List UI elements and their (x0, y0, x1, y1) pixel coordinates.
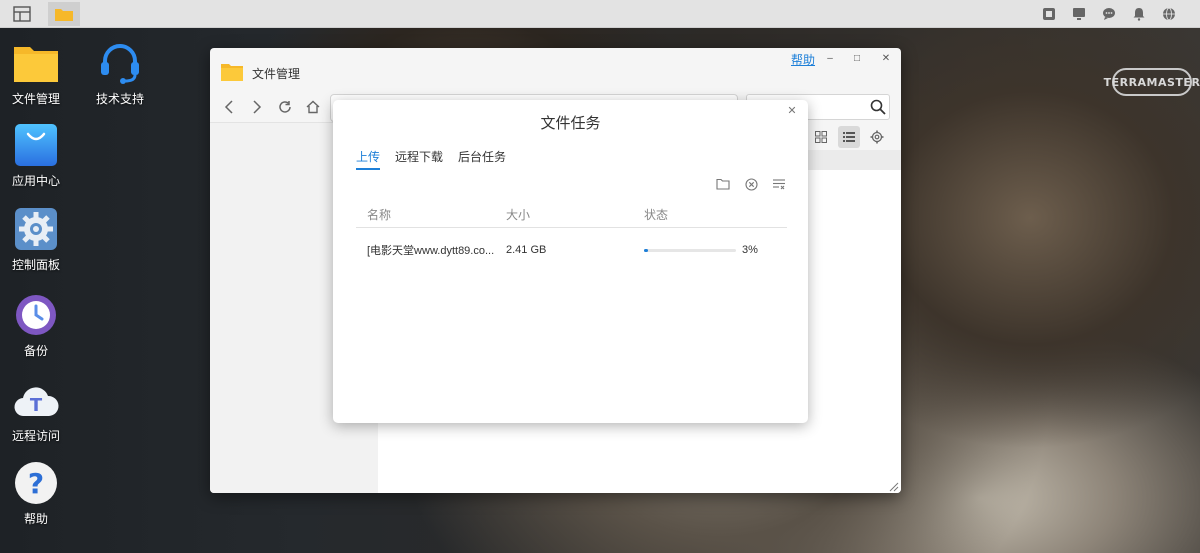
file-task-dialog: ✕ 文件任务 上传 远程下载 后台任务 名称 大小 状态 [电影天堂www.dy… (333, 100, 808, 423)
desktop-icon-remote-access[interactable]: T 远程访问 (0, 377, 72, 444)
bell-icon[interactable] (1130, 5, 1148, 23)
maximize-button[interactable]: □ (850, 52, 864, 66)
circle-x-icon (744, 177, 758, 191)
list-view-button[interactable] (838, 126, 860, 148)
table-header: 名称 大小 状态 (356, 201, 787, 228)
forward-button[interactable] (246, 96, 268, 118)
clock-icon (13, 292, 59, 338)
desktop-icon-label: 文件管理 (11, 92, 60, 106)
progress-percent: 3% (742, 244, 758, 256)
gear-icon (870, 130, 884, 144)
grid-icon (815, 131, 827, 143)
cloud-t-icon: T (13, 377, 59, 423)
desktop-icon-label: 备份 (23, 344, 48, 358)
list-icon (843, 132, 855, 142)
chat-icon[interactable] (1100, 5, 1118, 23)
desktop-icon-tech-support[interactable]: 技术支持 (84, 40, 156, 107)
folder-icon (13, 40, 59, 86)
home-button[interactable] (302, 96, 324, 118)
task-table: 名称 大小 状态 [电影天堂www.dytt89.co... 2.41 GB 3… (356, 201, 787, 272)
tab-upload[interactable]: 上传 (356, 148, 381, 170)
home-icon (306, 100, 320, 114)
desktop-icon-label: 控制面板 (11, 258, 60, 272)
desktop-icon-label: 技术支持 (95, 92, 144, 106)
desktop-icon-help[interactable]: ? 帮助 (0, 460, 72, 527)
tab-remote-download[interactable]: 远程下载 (395, 148, 443, 170)
globe-icon[interactable] (1160, 5, 1178, 23)
desktop-icon-control-panel[interactable]: 控制面板 (0, 206, 72, 273)
desktop-icon-label: 远程访问 (11, 429, 60, 443)
headset-icon (97, 40, 143, 86)
progress-bar (644, 248, 736, 252)
settings-button[interactable] (866, 126, 888, 148)
task-file-size: 2.41 GB (506, 244, 547, 256)
close-button[interactable]: ✕ (879, 52, 893, 66)
desktop-icon-label: 应用中心 (11, 174, 60, 188)
chevron-left-icon (224, 100, 233, 114)
back-button[interactable] (218, 96, 240, 118)
start-menu-button[interactable] (6, 2, 38, 26)
minimize-button[interactable]: – (823, 52, 837, 66)
column-name: 名称 (367, 207, 392, 222)
desktop-icon-file-manager[interactable]: 文件管理 (0, 40, 72, 107)
task-file-name: [电影天堂www.dytt89.co... (367, 245, 494, 257)
search-icon[interactable] (870, 99, 886, 115)
desktop-icon-backup[interactable]: 备份 (0, 292, 72, 359)
taskbar (0, 0, 1200, 28)
help-link[interactable]: 帮助 (791, 51, 815, 68)
svg-text:?: ? (28, 467, 44, 500)
column-status: 状态 (644, 207, 669, 222)
task-status: 3% (632, 244, 787, 256)
tab-background-tasks[interactable]: 后台任务 (458, 148, 506, 170)
refresh-button[interactable] (274, 96, 296, 118)
cancel-task-button[interactable] (744, 177, 758, 191)
open-folder-button[interactable] (716, 177, 730, 191)
clear-list-button[interactable] (772, 177, 786, 191)
resize-handle[interactable] (889, 481, 899, 492)
folder-icon (55, 9, 73, 21)
clear-list-icon (773, 179, 785, 190)
terramaster-logo: TERRAMASTER (1104, 68, 1200, 96)
window-icon[interactable] (1040, 5, 1058, 23)
shopping-bag-icon (13, 122, 59, 168)
dialog-title: 文件任务 (540, 115, 601, 132)
gear-icon (13, 206, 59, 252)
task-tabs: 上传 远程下载 后台任务 (356, 148, 506, 170)
question-icon: ? (13, 460, 59, 506)
column-size: 大小 (506, 207, 531, 222)
svg-text:T: T (30, 395, 43, 416)
chevron-right-icon (253, 100, 262, 114)
start-menu-icon (13, 6, 31, 22)
refresh-icon (279, 101, 291, 113)
taskbar-file-manager[interactable] (48, 2, 80, 26)
grid-view-button[interactable] (810, 126, 832, 148)
table-row[interactable]: [电影天堂www.dytt89.co... 2.41 GB 3% (356, 228, 787, 272)
window-title: 文件管理 (252, 67, 301, 81)
folder-icon (221, 64, 243, 81)
desktop-icon-app-center[interactable]: 应用中心 (0, 122, 72, 189)
monitor-icon[interactable] (1070, 5, 1088, 23)
folder-outline-icon (716, 178, 730, 190)
desktop-icon-label: 帮助 (23, 512, 48, 526)
progress-fill (644, 248, 648, 252)
